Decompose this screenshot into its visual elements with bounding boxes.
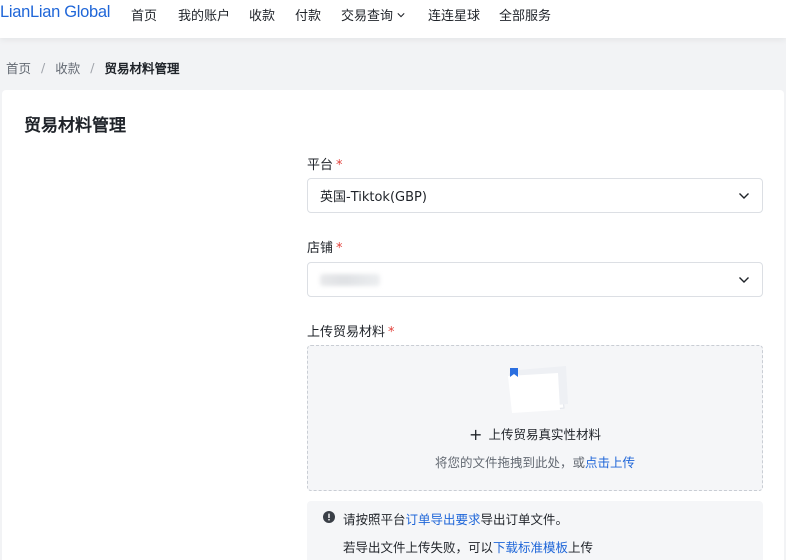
store-label: 店铺 * — [307, 237, 343, 256]
plus-icon: + — [469, 425, 483, 444]
folder-upload-icon — [508, 366, 568, 413]
notice-line-2: 若导出文件上传失败，可以下载标准模板上传 — [343, 537, 593, 556]
chevron-down-icon — [397, 12, 405, 17]
click-upload-link[interactable]: 点击上传 — [585, 455, 635, 470]
page-title: 贸易材料管理 — [24, 116, 126, 136]
nav-item-collection[interactable]: 收款 — [249, 5, 275, 24]
nav-item-all-services[interactable]: 全部服务 — [499, 5, 551, 24]
chevron-down-icon — [739, 193, 749, 199]
upload-notice: 请按照平台订单导出要求导出订单文件。 若导出文件上传失败，可以下载标准模板上传 — [307, 501, 763, 560]
store-select-redacted-value — [320, 273, 380, 286]
platform-select[interactable]: 英国-Tiktok(GBP) — [307, 178, 763, 213]
download-template-link[interactable]: 下载标准模板 — [493, 540, 568, 555]
notice-line-1-prefix: 请按照平台 — [343, 512, 406, 527]
platform-select-value: 英国-Tiktok(GBP) — [320, 190, 427, 205]
notice-line-2-prefix: 若导出文件上传失败，可以 — [343, 540, 494, 555]
platform-label-text: 平台 — [307, 158, 334, 173]
breadcrumb: 首页 / 收款 / 贸易材料管理 — [6, 58, 179, 77]
order-export-requirements-link[interactable]: 订单导出要求 — [406, 512, 481, 527]
breadcrumb-current: 贸易材料管理 — [104, 61, 180, 76]
notice-line-1: 请按照平台订单导出要求导出订单文件。 — [343, 509, 568, 528]
nav-item-transaction-query[interactable]: 交易查询 — [341, 5, 405, 24]
store-label-text: 店铺 — [307, 241, 334, 256]
nav-item-transaction-query-label: 交易查询 — [341, 9, 394, 24]
notice-line-2-suffix: 上传 — [568, 540, 594, 555]
required-mark: * — [388, 325, 395, 340]
chevron-down-icon — [739, 277, 749, 283]
platform-label: 平台 * — [307, 154, 343, 173]
breadcrumb-home[interactable]: 首页 — [6, 58, 31, 77]
required-mark: * — [336, 241, 343, 256]
main-card: 贸易材料管理 平台 * 英国-Tiktok(GBP) 店铺 * 上传贸易材料 * + 上… — [2, 90, 784, 560]
upload-dropzone[interactable]: + 上传贸易真实性材料 将您的文件拖拽到此处，或点击上传 — [307, 345, 763, 491]
nav-item-payment[interactable]: 付款 — [295, 5, 321, 24]
required-mark: * — [336, 158, 343, 173]
upload-title: + 上传贸易真实性材料 — [308, 424, 762, 444]
nav-item-my-account[interactable]: 我的账户 — [178, 5, 230, 24]
store-select[interactable] — [307, 262, 763, 297]
nav-item-lianlian-planet[interactable]: 连连星球 — [428, 5, 480, 24]
info-icon — [323, 511, 335, 523]
breadcrumb-separator: / — [41, 60, 46, 75]
lianlian-logo[interactable]: LianLian Global — [0, 3, 110, 22]
top-navigation: LianLian Global 首页 我的账户 收款 付款 交易查询 连连星球 … — [0, 0, 786, 38]
notice-line-1-suffix: 导出订单文件。 — [480, 512, 569, 527]
breadcrumb-separator: / — [90, 60, 95, 75]
upload-label-text: 上传贸易材料 — [307, 325, 386, 340]
nav-item-home[interactable]: 首页 — [131, 5, 157, 24]
breadcrumb-collection[interactable]: 收款 — [55, 58, 80, 77]
upload-hint-text: 将您的文件拖拽到此处，或 — [434, 455, 585, 470]
upload-hint: 将您的文件拖拽到此处，或点击上传 — [308, 452, 762, 471]
upload-title-text: 上传贸易真实性材料 — [488, 427, 601, 442]
upload-label: 上传贸易材料 * — [307, 321, 395, 340]
